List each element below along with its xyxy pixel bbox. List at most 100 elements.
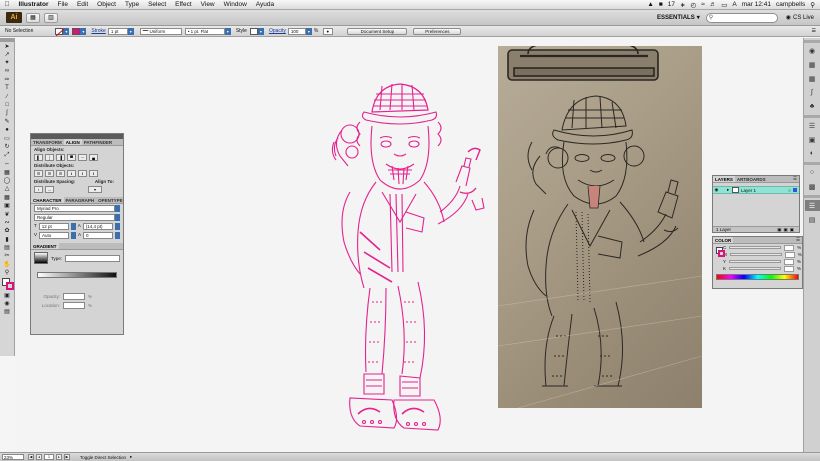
color-stroke-box[interactable] — [718, 250, 725, 257]
direct-selection-tool-icon[interactable]: ↗ — [1, 50, 14, 58]
first-artboard-icon[interactable]: ◀ — [28, 454, 34, 460]
visibility-eye-icon[interactable]: ◉ — [713, 187, 720, 193]
opacity-field[interactable]: 100 — [287, 27, 306, 35]
rectangle-tool-icon[interactable]: □ — [1, 101, 14, 109]
fill-stroke-swatches[interactable] — [1, 277, 14, 291]
menu-type[interactable]: Type — [120, 1, 143, 8]
cyan-slider[interactable] — [729, 246, 782, 249]
lasso-tool-icon[interactable]: ∞ — [1, 67, 14, 75]
free-transform-tool-icon[interactable]: ▦ — [1, 168, 14, 176]
bridge-button[interactable]: ▦ — [26, 12, 40, 23]
kerning-field[interactable]: Auto — [39, 232, 69, 239]
mesh-tool-icon[interactable]: ▦ — [1, 193, 14, 201]
layers-panel-icon[interactable]: ☰ — [804, 200, 820, 211]
brush-arrow[interactable]: ▾ — [224, 27, 231, 35]
adobe-icon[interactable]: ▲ — [647, 1, 653, 8]
artboard-number[interactable]: 1 — [44, 454, 54, 460]
align-left-icon[interactable]: ▌ — [34, 154, 43, 161]
cs-live-button[interactable]: ◉ CS Live — [786, 14, 814, 22]
apple-menu-icon[interactable]:  — [0, 1, 14, 8]
color-spectrum-bar[interactable] — [716, 274, 799, 280]
distribute-left-icon[interactable]: ‖ — [67, 170, 76, 177]
line-segment-tool-icon[interactable]: ∕ — [1, 92, 14, 100]
next-artboard-icon[interactable]: ▸ — [56, 454, 62, 460]
zoom-level-field[interactable]: 23% — [2, 454, 24, 460]
distribute-vcenter-icon[interactable]: ☰ — [45, 170, 54, 177]
status-menu-arrow-icon[interactable]: ▸ — [130, 454, 132, 460]
black-field[interactable] — [784, 265, 795, 272]
style-arrow[interactable]: ▾ — [257, 27, 264, 35]
dock-grip[interactable] — [804, 40, 820, 43]
pencil-tool-icon[interactable]: ✎ — [1, 118, 14, 126]
stroke-weight-arrow[interactable]: ▾ — [127, 27, 134, 35]
black-slider[interactable] — [729, 267, 782, 270]
artboards-panel-icon[interactable]: ▤ — [805, 214, 820, 225]
yellow-field[interactable] — [784, 258, 795, 265]
stroke-weight-field[interactable]: 1 pt — [107, 27, 128, 35]
type-tool-icon[interactable]: T — [1, 84, 14, 92]
tab-align[interactable]: ALIGN — [63, 139, 82, 145]
selection-tool-icon[interactable]: ➤ — [1, 42, 14, 50]
rotate-tool-icon[interactable]: ↻ — [1, 143, 14, 151]
leading-arrow[interactable] — [114, 223, 120, 230]
cyan-field[interactable] — [784, 244, 795, 251]
layers-footer-buttons-icon[interactable]: ▣▣▣ — [777, 227, 799, 233]
hand-tool-icon[interactable]: ✋ — [1, 260, 14, 268]
menu-file[interactable]: File — [53, 1, 72, 8]
graphic-styles-icon[interactable]: ▩ — [805, 181, 820, 192]
volume-icon[interactable]: ♬ — [710, 1, 717, 8]
tab-color[interactable]: COLOR — [713, 237, 734, 243]
tab-artboards[interactable]: ARTBOARDS — [735, 176, 768, 182]
color-guide-icon[interactable]: ▦ — [805, 59, 820, 70]
selection-indicator[interactable] — [793, 188, 797, 192]
gradient-location-field[interactable] — [63, 302, 85, 309]
slice-tool-icon[interactable]: ✂ — [1, 252, 14, 260]
preferences-button[interactable]: Preferences — [413, 27, 462, 35]
tab-transform[interactable]: TRANSFORM — [31, 139, 64, 145]
align-top-icon[interactable]: ▀ — [67, 154, 76, 161]
width-tool-icon[interactable]: ⇔ — [1, 159, 14, 167]
tab-gradient[interactable]: GRADIENT — [31, 243, 59, 249]
swatches-panel-icon[interactable]: ▦ — [805, 73, 820, 84]
gradient-panel-icon[interactable]: ▣ — [805, 134, 820, 145]
gradient-slider[interactable] — [37, 272, 117, 278]
input-flag[interactable]: A — [732, 1, 736, 8]
paintbrush-tool-icon[interactable]: ∫ — [1, 109, 14, 117]
horizontal-spacing-icon[interactable]: ↔ — [45, 186, 54, 193]
stroke-swatch[interactable] — [72, 27, 81, 35]
distribute-bottom-icon[interactable]: ☰ — [56, 170, 65, 177]
spotlight-icon[interactable]: ⚲ — [810, 1, 815, 9]
fill-swatch[interactable] — [55, 27, 65, 36]
arrange-documents-button[interactable]: ▥ — [44, 12, 58, 23]
current-tool-status[interactable]: Toggle Direct Selection — [80, 455, 126, 460]
stroke-color-box[interactable] — [5, 281, 14, 290]
font-family-arrow[interactable] — [115, 205, 120, 212]
artboard-tool-icon[interactable]: ▤ — [1, 243, 14, 251]
scale-tool-icon[interactable]: ⤢ — [1, 151, 14, 159]
appearance-panel-icon[interactable]: ○ — [805, 167, 820, 178]
workspace-switcher[interactable]: ESSENTIALS ▾ — [657, 14, 700, 22]
magic-wand-tool-icon[interactable]: ✦ — [1, 59, 14, 67]
variable-width-profile[interactable]: ━━ Uniform — [139, 27, 182, 35]
pen-tool-icon[interactable]: ✑ — [1, 76, 14, 84]
blend-tool-icon[interactable]: ∾ — [1, 218, 14, 226]
screen-mode-icon[interactable]: ▤ — [1, 308, 14, 316]
color-panel-icon[interactable]: ◉ — [805, 45, 820, 56]
magenta-character-sketch[interactable] — [320, 82, 500, 442]
distribute-top-icon[interactable]: ☰ — [34, 170, 43, 177]
eyedropper-tool-icon[interactable]: ❦ — [1, 210, 14, 218]
blob-brush-tool-icon[interactable]: ● — [1, 126, 14, 134]
align-bottom-icon[interactable]: ▄ — [89, 154, 98, 161]
zoom-tool-icon[interactable]: ⚲ — [1, 269, 14, 277]
tab-layers[interactable]: LAYERS — [713, 176, 735, 182]
kerning-arrow[interactable] — [71, 232, 76, 239]
brush-definition[interactable]: • 1 pt. Flat — [184, 27, 225, 35]
gradient-type-dropdown[interactable] — [65, 254, 120, 262]
color-menu-icon[interactable]: ☰ — [796, 237, 802, 243]
tab-opentype[interactable]: OPENTYPE — [96, 197, 125, 203]
menu-app[interactable]: Illustrator — [14, 1, 53, 8]
menu-edit[interactable]: Edit — [72, 1, 92, 8]
placed-reference-photo[interactable] — [498, 46, 702, 408]
last-artboard-icon[interactable]: ▶ — [64, 454, 70, 460]
magenta-slider[interactable] — [729, 253, 782, 256]
